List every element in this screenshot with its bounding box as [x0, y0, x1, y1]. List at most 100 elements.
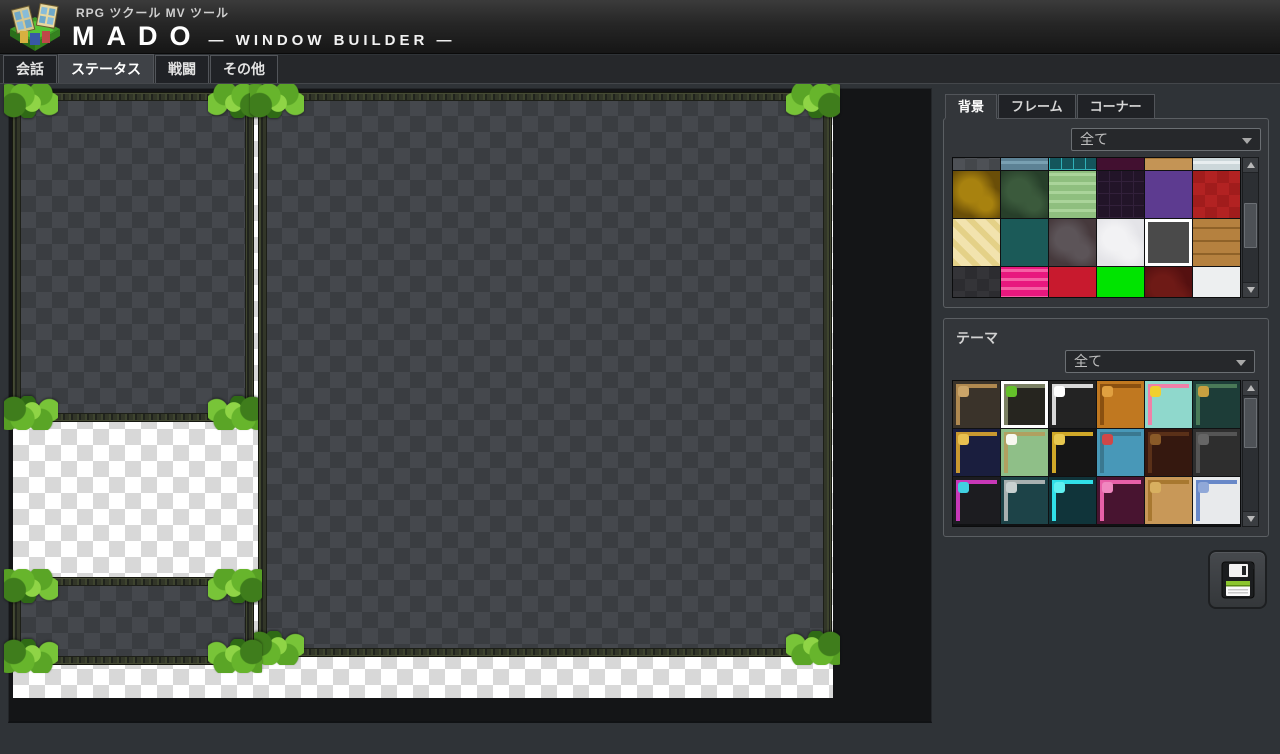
background-swatch-dark-purple-grid[interactable] — [1097, 171, 1144, 218]
background-swatch-bright-green[interactable] — [1097, 267, 1144, 298]
theme-thumb-black-diamond[interactable] — [1049, 429, 1096, 476]
app-header: RPG ツクール MV ツール MADO — WINDOW BUILDER — — [0, 0, 1280, 54]
theme-corner-ornament-icon — [1102, 482, 1113, 493]
scrollbar-thumb[interactable] — [1244, 203, 1257, 248]
background-swatch-purple-solid[interactable] — [1145, 171, 1192, 218]
theme-corner-ornament-icon — [1150, 386, 1161, 397]
main-tab-会話[interactable]: 会話 — [3, 55, 57, 83]
background-swatch-cream-diamond[interactable] — [953, 219, 1000, 266]
scroll-down-button[interactable] — [1243, 511, 1258, 526]
theme-corner-ornament-icon — [1006, 386, 1017, 397]
theme-thumb-pink-ornate[interactable] — [1097, 477, 1144, 524]
theme-corner-frame — [1196, 384, 1237, 425]
theme-thumb-dark-leather[interactable] — [1145, 429, 1192, 476]
background-groupbox: 全て — [943, 118, 1269, 308]
theme-corner-ornament-icon — [1006, 482, 1017, 493]
preview-window-left-tall[interactable] — [13, 93, 253, 421]
theme-thumb-green-parchment[interactable] — [1001, 429, 1048, 476]
theme-corner-ornament-icon — [1102, 386, 1113, 397]
theme-thumb-candy-star[interactable] — [1145, 381, 1192, 428]
background-swatch-gray-checker[interactable] — [953, 157, 1000, 170]
background-swatch-stone-gray[interactable] — [1049, 219, 1096, 266]
theme-corner-frame — [1100, 480, 1141, 521]
arrow-up-icon — [1247, 385, 1255, 391]
background-filter-value: 全て — [1080, 131, 1108, 147]
theme-corner-frame — [1004, 480, 1045, 521]
theme-thumb-tan-classic[interactable] — [953, 381, 1000, 428]
floppy-disk-icon — [1221, 561, 1255, 599]
scroll-up-button[interactable] — [1243, 158, 1258, 173]
scrollbar-thumb[interactable] — [1244, 398, 1257, 448]
background-swatch-wood-planks[interactable] — [1193, 219, 1240, 266]
theme-thumb-silver-dark[interactable] — [1049, 381, 1096, 428]
panel-tab-bar: 背景フレームコーナー — [945, 94, 1156, 119]
background-swatch-light-wood[interactable] — [1145, 157, 1192, 170]
theme-scrollbar[interactable] — [1242, 380, 1259, 527]
background-swatch-green-stripes[interactable] — [1049, 171, 1096, 218]
theme-corner-frame — [1052, 432, 1093, 473]
preview-window-left-small[interactable] — [13, 578, 253, 664]
panel-tab-背景[interactable]: 背景 — [945, 94, 997, 119]
window-content-area — [20, 585, 246, 657]
theme-thumb-wood-plank[interactable] — [1145, 477, 1192, 524]
swatch-scrollbar[interactable] — [1242, 157, 1259, 298]
background-swatch-dark-green-mottled[interactable] — [1001, 171, 1048, 218]
theme-corner-frame — [956, 432, 997, 473]
save-button[interactable] — [1208, 550, 1267, 609]
theme-thumb-leafy-green[interactable] — [1001, 381, 1048, 428]
main-tab-bar: 会話ステータス戦闘その他 — [0, 55, 1280, 84]
chevron-down-icon — [1236, 360, 1246, 366]
arrow-down-icon — [1247, 287, 1255, 293]
app-title: MADO — [72, 21, 203, 52]
background-swatch-teal-grid[interactable] — [1049, 157, 1096, 170]
main-tab-戦闘[interactable]: 戦闘 — [155, 55, 209, 83]
theme-thumb-silver-teal[interactable] — [1001, 477, 1048, 524]
theme-corner-ornament-icon — [1006, 434, 1017, 445]
theme-thumb-neon-magenta[interactable] — [953, 477, 1000, 524]
background-swatch-crimson[interactable] — [1049, 267, 1096, 298]
background-swatch-gold-mottled[interactable] — [953, 171, 1000, 218]
background-swatch-dark-red-damask[interactable] — [1145, 267, 1192, 298]
scroll-up-button[interactable] — [1243, 381, 1258, 396]
theme-corner-frame — [1196, 432, 1237, 473]
theme-corner-ornament-icon — [1054, 386, 1065, 397]
theme-thumb-gold-swirl-teal[interactable] — [1193, 381, 1240, 428]
background-swatch-red-checker[interactable] — [1193, 171, 1240, 218]
theme-corner-ornament-icon — [958, 434, 969, 445]
theme-thumb-cyan-grid[interactable] — [1049, 477, 1096, 524]
background-swatch-dark-gray[interactable] — [1145, 219, 1192, 266]
main-tab-その他[interactable]: その他 — [210, 55, 278, 83]
theme-thumb-steel-blue[interactable] — [1097, 429, 1144, 476]
theme-corner-ornament-icon — [1198, 482, 1209, 493]
background-filter-dropdown[interactable]: 全て — [1071, 128, 1261, 151]
background-swatch-dark-maroon[interactable] — [1097, 157, 1144, 170]
theme-corner-ornament-icon — [958, 482, 969, 493]
theme-thumb-blue-paper[interactable] — [1193, 477, 1240, 524]
background-swatch-dark-checker[interactable] — [953, 267, 1000, 298]
background-swatch-off-white[interactable] — [1193, 267, 1240, 298]
theme-filter-dropdown[interactable]: 全て — [1065, 350, 1255, 373]
theme-thumb-navy-gold[interactable] — [953, 429, 1000, 476]
theme-corner-ornament-icon — [1198, 434, 1209, 445]
background-swatch-blue-stripes[interactable] — [1001, 157, 1048, 170]
scroll-down-button[interactable] — [1243, 282, 1258, 297]
chevron-down-icon — [1242, 138, 1252, 144]
theme-corner-frame — [956, 480, 997, 521]
background-swatch-list — [952, 157, 1241, 298]
panel-tab-フレーム[interactable]: フレーム — [998, 94, 1076, 119]
main-tab-ステータス[interactable]: ステータス — [58, 54, 154, 83]
background-swatch-pink-stripes[interactable] — [1001, 267, 1048, 298]
theme-thumb-orange-wood[interactable] — [1097, 381, 1144, 428]
theme-corner-frame — [956, 384, 997, 425]
theme-groupbox: テーマ 全て — [943, 318, 1269, 537]
background-swatch-dark-teal[interactable] — [1001, 219, 1048, 266]
preview-window-main[interactable] — [259, 93, 831, 656]
panel-tab-コーナー[interactable]: コーナー — [1077, 94, 1155, 119]
game-screen-area[interactable] — [13, 93, 833, 698]
theme-corner-frame — [1196, 480, 1237, 521]
preview-canvas[interactable] — [8, 88, 932, 723]
background-swatch-pale-stripes[interactable] — [1193, 157, 1240, 170]
theme-corner-frame — [1052, 480, 1093, 521]
background-swatch-white-marble[interactable] — [1097, 219, 1144, 266]
theme-thumb-plain-gray[interactable] — [1193, 429, 1240, 476]
